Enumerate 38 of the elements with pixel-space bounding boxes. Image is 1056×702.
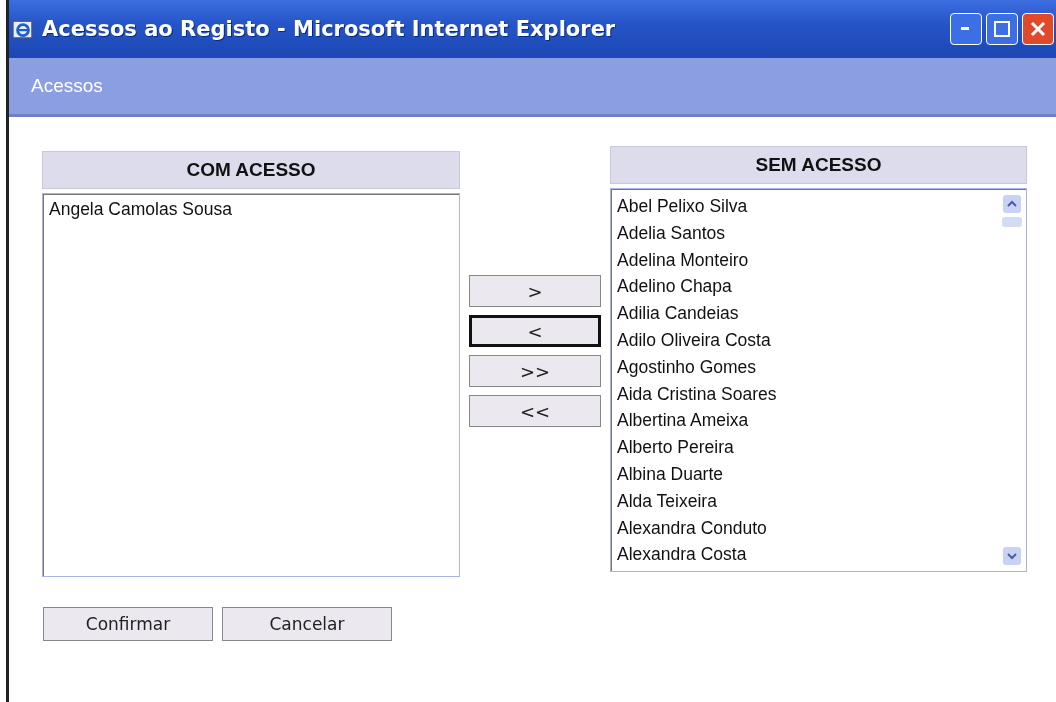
maximize-icon xyxy=(994,21,1010,37)
list-item[interactable]: Aida Cristina Soares xyxy=(617,380,1002,408)
browser-icon xyxy=(12,18,34,40)
list-item[interactable]: Adelino Chapa xyxy=(617,273,1002,301)
list-item[interactable]: Adelia Santos xyxy=(617,219,1002,247)
close-button[interactable] xyxy=(1022,13,1054,45)
list-item[interactable]: Agostinho Gomes xyxy=(617,353,1002,381)
transfer-button[interactable]: < xyxy=(469,315,601,347)
minimize-button[interactable] xyxy=(950,13,982,45)
close-icon xyxy=(1030,21,1046,37)
list-item[interactable]: Adilo Oliveira Costa xyxy=(617,327,1002,354)
action-button[interactable]: Confirmar xyxy=(43,607,213,641)
transfer-button[interactable]: > xyxy=(469,275,601,307)
list-item[interactable]: Adelina Monteiro xyxy=(617,246,1002,274)
maximize-button[interactable] xyxy=(986,13,1018,45)
list-item[interactable]: Alexandra Conduto xyxy=(617,514,1002,542)
action-button[interactable]: Cancelar xyxy=(222,607,392,641)
list-box[interactable] xyxy=(610,188,1027,572)
scroll-thumb[interactable] xyxy=(1002,217,1022,227)
list-item[interactable]: Abel Pelixo Silva xyxy=(617,193,1002,220)
list-item[interactable]: Angela Camolas Sousa xyxy=(49,198,453,220)
list-item[interactable]: Adilia Candeias xyxy=(617,300,1002,327)
scrollbar[interactable] xyxy=(1002,193,1022,567)
page-title: Acessos xyxy=(31,75,103,97)
transfer-button[interactable]: >> xyxy=(469,355,601,387)
transfer-button[interactable]: << xyxy=(469,395,601,427)
list-item[interactable]: Alexandra Costa xyxy=(617,541,1002,569)
list-item[interactable]: Albina Duarte xyxy=(617,460,1002,488)
window-title: Acessos ao Registo - Microsoft Internet Explorer xyxy=(42,17,616,41)
list-item[interactable]: Alberto Pereira xyxy=(617,434,1002,461)
list-item[interactable]: Alda Teixeira xyxy=(617,487,1002,515)
scroll-down-icon[interactable] xyxy=(1003,547,1021,565)
list-heading: SEM ACESSO xyxy=(610,146,1027,184)
list-box[interactable]: Angela Camolas Sousa xyxy=(42,193,460,577)
minimize-icon xyxy=(961,27,971,31)
list-heading: COM ACESSO xyxy=(42,151,460,189)
list-item[interactable]: Albertina Ameixa xyxy=(617,407,1002,435)
scroll-up-icon[interactable] xyxy=(1003,195,1021,213)
